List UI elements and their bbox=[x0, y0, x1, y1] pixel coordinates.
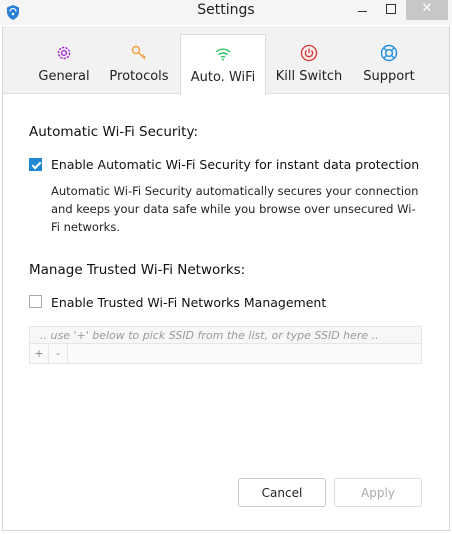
ssid-input[interactable] bbox=[30, 327, 421, 344]
tab-protocols-label: Protocols bbox=[109, 69, 169, 84]
tab-kill-switch-label: Kill Switch bbox=[275, 69, 343, 84]
maximize-button[interactable] bbox=[378, 0, 403, 20]
trusted-ssid-list: + - bbox=[29, 326, 422, 364]
tab-support[interactable]: Support bbox=[354, 34, 424, 92]
auto-wifi-checkbox-label[interactable]: Enable Automatic Wi-Fi Security for inst… bbox=[51, 157, 419, 172]
close-icon: ✕ bbox=[421, 1, 433, 16]
tab-general[interactable]: General bbox=[29, 34, 99, 92]
apply-button[interactable]: Apply bbox=[334, 478, 422, 507]
auto-wifi-heading: Automatic Wi-Fi Security: bbox=[29, 124, 199, 140]
close-button[interactable]: ✕ bbox=[406, 0, 448, 20]
tab-auto-wifi[interactable]: Auto. WiFi bbox=[180, 34, 266, 95]
trusted-networks-heading: Manage Trusted Wi-Fi Networks: bbox=[29, 262, 246, 278]
tab-auto-wifi-label: Auto. WiFi bbox=[190, 70, 256, 85]
settings-window: Settings ✕ General Protocols Auto. WiFi … bbox=[0, 0, 452, 534]
key-icon bbox=[131, 45, 146, 60]
lifebuoy-icon bbox=[380, 44, 398, 62]
wifi-icon bbox=[215, 48, 231, 61]
auto-wifi-description: Automatic Wi-Fi Security automatically s… bbox=[51, 184, 419, 234]
trusted-networks-checkbox-label[interactable]: Enable Trusted Wi-Fi Networks Management bbox=[51, 295, 326, 310]
auto-wifi-panel: Automatic Wi-Fi Security: Enable Automat… bbox=[2, 94, 450, 530]
remove-ssid-button[interactable]: - bbox=[49, 345, 68, 363]
tab-bar: General Protocols Auto. WiFi Kill Switch… bbox=[2, 26, 450, 95]
title-bar: Settings ✕ bbox=[0, 0, 452, 26]
minimize-button[interactable] bbox=[350, 0, 375, 20]
trusted-networks-checkbox[interactable] bbox=[29, 295, 42, 308]
tab-support-label: Support bbox=[363, 69, 415, 84]
gear-icon bbox=[57, 46, 71, 60]
power-icon bbox=[300, 44, 318, 62]
maximize-icon bbox=[386, 4, 396, 14]
cancel-button[interactable]: Cancel bbox=[238, 478, 326, 507]
tab-protocols[interactable]: Protocols bbox=[103, 34, 175, 92]
minimize-icon bbox=[358, 11, 367, 12]
tab-kill-switch[interactable]: Kill Switch bbox=[270, 34, 348, 92]
add-ssid-button[interactable]: + bbox=[30, 345, 49, 363]
auto-wifi-checkbox[interactable] bbox=[29, 158, 42, 171]
tab-general-label: General bbox=[38, 69, 90, 84]
